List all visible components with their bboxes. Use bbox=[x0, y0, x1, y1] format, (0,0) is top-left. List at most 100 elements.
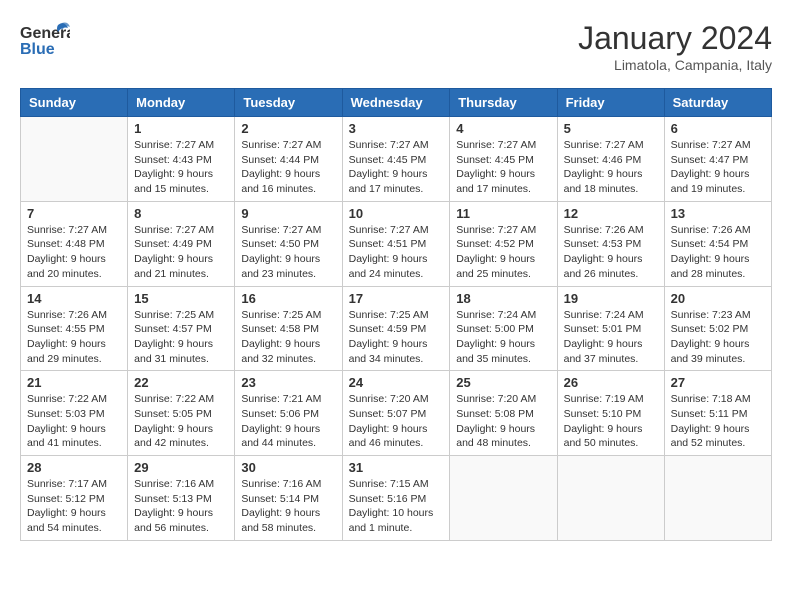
table-row: 21Sunrise: 7:22 AM Sunset: 5:03 PM Dayli… bbox=[21, 371, 128, 456]
day-info: Sunrise: 7:16 AM Sunset: 5:13 PM Dayligh… bbox=[134, 477, 228, 536]
day-number: 13 bbox=[671, 206, 765, 221]
day-info: Sunrise: 7:27 AM Sunset: 4:47 PM Dayligh… bbox=[671, 138, 765, 197]
table-row: 1 Sunrise: 7:27 AM Sunset: 4:43 PM Daylig… bbox=[128, 117, 235, 202]
day-number: 19 bbox=[564, 291, 658, 306]
day-number: 7 bbox=[27, 206, 121, 221]
day-info: Sunrise: 7:27 AM Sunset: 4:52 PM Dayligh… bbox=[456, 223, 550, 282]
header-monday: Monday bbox=[128, 89, 235, 117]
day-info: Sunrise: 7:20 AM Sunset: 5:07 PM Dayligh… bbox=[349, 392, 444, 451]
day-info: Sunrise: 7:21 AM Sunset: 5:06 PM Dayligh… bbox=[241, 392, 335, 451]
calendar-table: Sunday Monday Tuesday Wednesday Thursday… bbox=[20, 88, 772, 541]
header-sunday: Sunday bbox=[21, 89, 128, 117]
header-wednesday: Wednesday bbox=[342, 89, 450, 117]
table-row: 3 Sunrise: 7:27 AM Sunset: 4:45 PM Daylig… bbox=[342, 117, 450, 202]
logo: General Blue bbox=[20, 20, 70, 65]
day-info: Sunrise: 7:27 AM Sunset: 4:48 PM Dayligh… bbox=[27, 223, 121, 282]
table-row: 28 Sunrise: 7:17 AM Sunset: 5:12 PM Dayli… bbox=[21, 456, 128, 541]
header-tuesday: Tuesday bbox=[235, 89, 342, 117]
table-row: 29 Sunrise: 7:16 AM Sunset: 5:13 PM Dayli… bbox=[128, 456, 235, 541]
logo-mark: General Blue bbox=[20, 20, 70, 65]
day-info: Sunrise: 7:26 AM Sunset: 4:54 PM Dayligh… bbox=[671, 223, 765, 282]
day-info: Sunrise: 7:23 AM Sunset: 5:02 PM Dayligh… bbox=[671, 308, 765, 367]
table-row: 26 Sunrise: 7:19 AM Sunset: 5:10 PM Dayli… bbox=[557, 371, 664, 456]
day-number: 25 bbox=[456, 375, 550, 390]
day-info: Sunrise: 7:25 AM Sunset: 4:59 PM Dayligh… bbox=[349, 308, 444, 367]
table-row: 27 Sunrise: 7:18 AM Sunset: 5:11 PM Dayli… bbox=[664, 371, 771, 456]
day-number: 2 bbox=[241, 121, 335, 136]
table-row: 9 Sunrise: 7:27 AM Sunset: 4:50 PM Daylig… bbox=[235, 201, 342, 286]
table-row: 5Sunrise: 7:27 AM Sunset: 4:46 PM Daylig… bbox=[557, 117, 664, 202]
table-row: 16 Sunrise: 7:25 AM Sunset: 4:58 PM Dayli… bbox=[235, 286, 342, 371]
table-row: 12 Sunrise: 7:26 AM Sunset: 4:53 PM Dayli… bbox=[557, 201, 664, 286]
day-number: 9 bbox=[241, 206, 335, 221]
table-row: 13 Sunrise: 7:26 AM Sunset: 4:54 PM Dayli… bbox=[664, 201, 771, 286]
table-row bbox=[557, 456, 664, 541]
calendar-week-3: 14Sunrise: 7:26 AM Sunset: 4:55 PM Dayli… bbox=[21, 286, 772, 371]
calendar-week-2: 7 Sunrise: 7:27 AM Sunset: 4:48 PM Daylig… bbox=[21, 201, 772, 286]
day-info: Sunrise: 7:27 AM Sunset: 4:45 PM Dayligh… bbox=[456, 138, 550, 197]
table-row: 10Sunrise: 7:27 AM Sunset: 4:51 PM Dayli… bbox=[342, 201, 450, 286]
calendar-week-5: 28 Sunrise: 7:17 AM Sunset: 5:12 PM Dayli… bbox=[21, 456, 772, 541]
day-info: Sunrise: 7:25 AM Sunset: 4:58 PM Dayligh… bbox=[241, 308, 335, 367]
day-info: Sunrise: 7:19 AM Sunset: 5:10 PM Dayligh… bbox=[564, 392, 658, 451]
day-number: 12 bbox=[564, 206, 658, 221]
table-row: 20 Sunrise: 7:23 AM Sunset: 5:02 PM Dayli… bbox=[664, 286, 771, 371]
calendar-week-4: 21Sunrise: 7:22 AM Sunset: 5:03 PM Dayli… bbox=[21, 371, 772, 456]
day-info: Sunrise: 7:16 AM Sunset: 5:14 PM Dayligh… bbox=[241, 477, 335, 536]
table-row bbox=[450, 456, 557, 541]
day-number: 20 bbox=[671, 291, 765, 306]
day-number: 26 bbox=[564, 375, 658, 390]
day-info: Sunrise: 7:27 AM Sunset: 4:43 PM Dayligh… bbox=[134, 138, 228, 197]
weekday-header-row: Sunday Monday Tuesday Wednesday Thursday… bbox=[21, 89, 772, 117]
day-info: Sunrise: 7:25 AM Sunset: 4:57 PM Dayligh… bbox=[134, 308, 228, 367]
day-number: 16 bbox=[241, 291, 335, 306]
day-info: Sunrise: 7:20 AM Sunset: 5:08 PM Dayligh… bbox=[456, 392, 550, 451]
day-number: 30 bbox=[241, 460, 335, 475]
svg-text:Blue: Blue bbox=[20, 41, 55, 58]
table-row: 6 Sunrise: 7:27 AM Sunset: 4:47 PM Daylig… bbox=[664, 117, 771, 202]
day-number: 3 bbox=[349, 121, 444, 136]
day-number: 1 bbox=[134, 121, 228, 136]
header-friday: Friday bbox=[557, 89, 664, 117]
title-area: January 2024 Limatola, Campania, Italy bbox=[578, 20, 772, 73]
table-row bbox=[664, 456, 771, 541]
table-row: 30 Sunrise: 7:16 AM Sunset: 5:14 PM Dayli… bbox=[235, 456, 342, 541]
day-info: Sunrise: 7:27 AM Sunset: 4:50 PM Dayligh… bbox=[241, 223, 335, 282]
table-row: 11 Sunrise: 7:27 AM Sunset: 4:52 PM Dayli… bbox=[450, 201, 557, 286]
day-number: 27 bbox=[671, 375, 765, 390]
day-info: Sunrise: 7:22 AM Sunset: 5:05 PM Dayligh… bbox=[134, 392, 228, 451]
day-info: Sunrise: 7:15 AM Sunset: 5:16 PM Dayligh… bbox=[349, 477, 444, 536]
table-row: 14Sunrise: 7:26 AM Sunset: 4:55 PM Dayli… bbox=[21, 286, 128, 371]
day-info: Sunrise: 7:18 AM Sunset: 5:11 PM Dayligh… bbox=[671, 392, 765, 451]
table-row bbox=[21, 117, 128, 202]
day-info: Sunrise: 7:27 AM Sunset: 4:49 PM Dayligh… bbox=[134, 223, 228, 282]
table-row: 31Sunrise: 7:15 AM Sunset: 5:16 PM Dayli… bbox=[342, 456, 450, 541]
table-row: 22Sunrise: 7:22 AM Sunset: 5:05 PM Dayli… bbox=[128, 371, 235, 456]
day-number: 10 bbox=[349, 206, 444, 221]
day-number: 18 bbox=[456, 291, 550, 306]
day-number: 11 bbox=[456, 206, 550, 221]
page-header: General Blue January 2024 Limatola, Camp… bbox=[20, 20, 772, 73]
day-number: 4 bbox=[456, 121, 550, 136]
table-row: 8Sunrise: 7:27 AM Sunset: 4:49 PM Daylig… bbox=[128, 201, 235, 286]
day-number: 29 bbox=[134, 460, 228, 475]
day-number: 14 bbox=[27, 291, 121, 306]
table-row: 4 Sunrise: 7:27 AM Sunset: 4:45 PM Daylig… bbox=[450, 117, 557, 202]
day-number: 6 bbox=[671, 121, 765, 136]
day-info: Sunrise: 7:26 AM Sunset: 4:53 PM Dayligh… bbox=[564, 223, 658, 282]
day-info: Sunrise: 7:27 AM Sunset: 4:44 PM Dayligh… bbox=[241, 138, 335, 197]
header-thursday: Thursday bbox=[450, 89, 557, 117]
day-info: Sunrise: 7:24 AM Sunset: 5:00 PM Dayligh… bbox=[456, 308, 550, 367]
calendar-week-1: 1 Sunrise: 7:27 AM Sunset: 4:43 PM Daylig… bbox=[21, 117, 772, 202]
day-number: 5 bbox=[564, 121, 658, 136]
table-row: 15Sunrise: 7:25 AM Sunset: 4:57 PM Dayli… bbox=[128, 286, 235, 371]
month-title: January 2024 bbox=[578, 20, 772, 57]
header-saturday: Saturday bbox=[664, 89, 771, 117]
location-subtitle: Limatola, Campania, Italy bbox=[578, 57, 772, 73]
day-info: Sunrise: 7:27 AM Sunset: 4:45 PM Dayligh… bbox=[349, 138, 444, 197]
table-row: 24Sunrise: 7:20 AM Sunset: 5:07 PM Dayli… bbox=[342, 371, 450, 456]
day-info: Sunrise: 7:17 AM Sunset: 5:12 PM Dayligh… bbox=[27, 477, 121, 536]
table-row: 23Sunrise: 7:21 AM Sunset: 5:06 PM Dayli… bbox=[235, 371, 342, 456]
day-number: 28 bbox=[27, 460, 121, 475]
table-row: 25 Sunrise: 7:20 AM Sunset: 5:08 PM Dayli… bbox=[450, 371, 557, 456]
